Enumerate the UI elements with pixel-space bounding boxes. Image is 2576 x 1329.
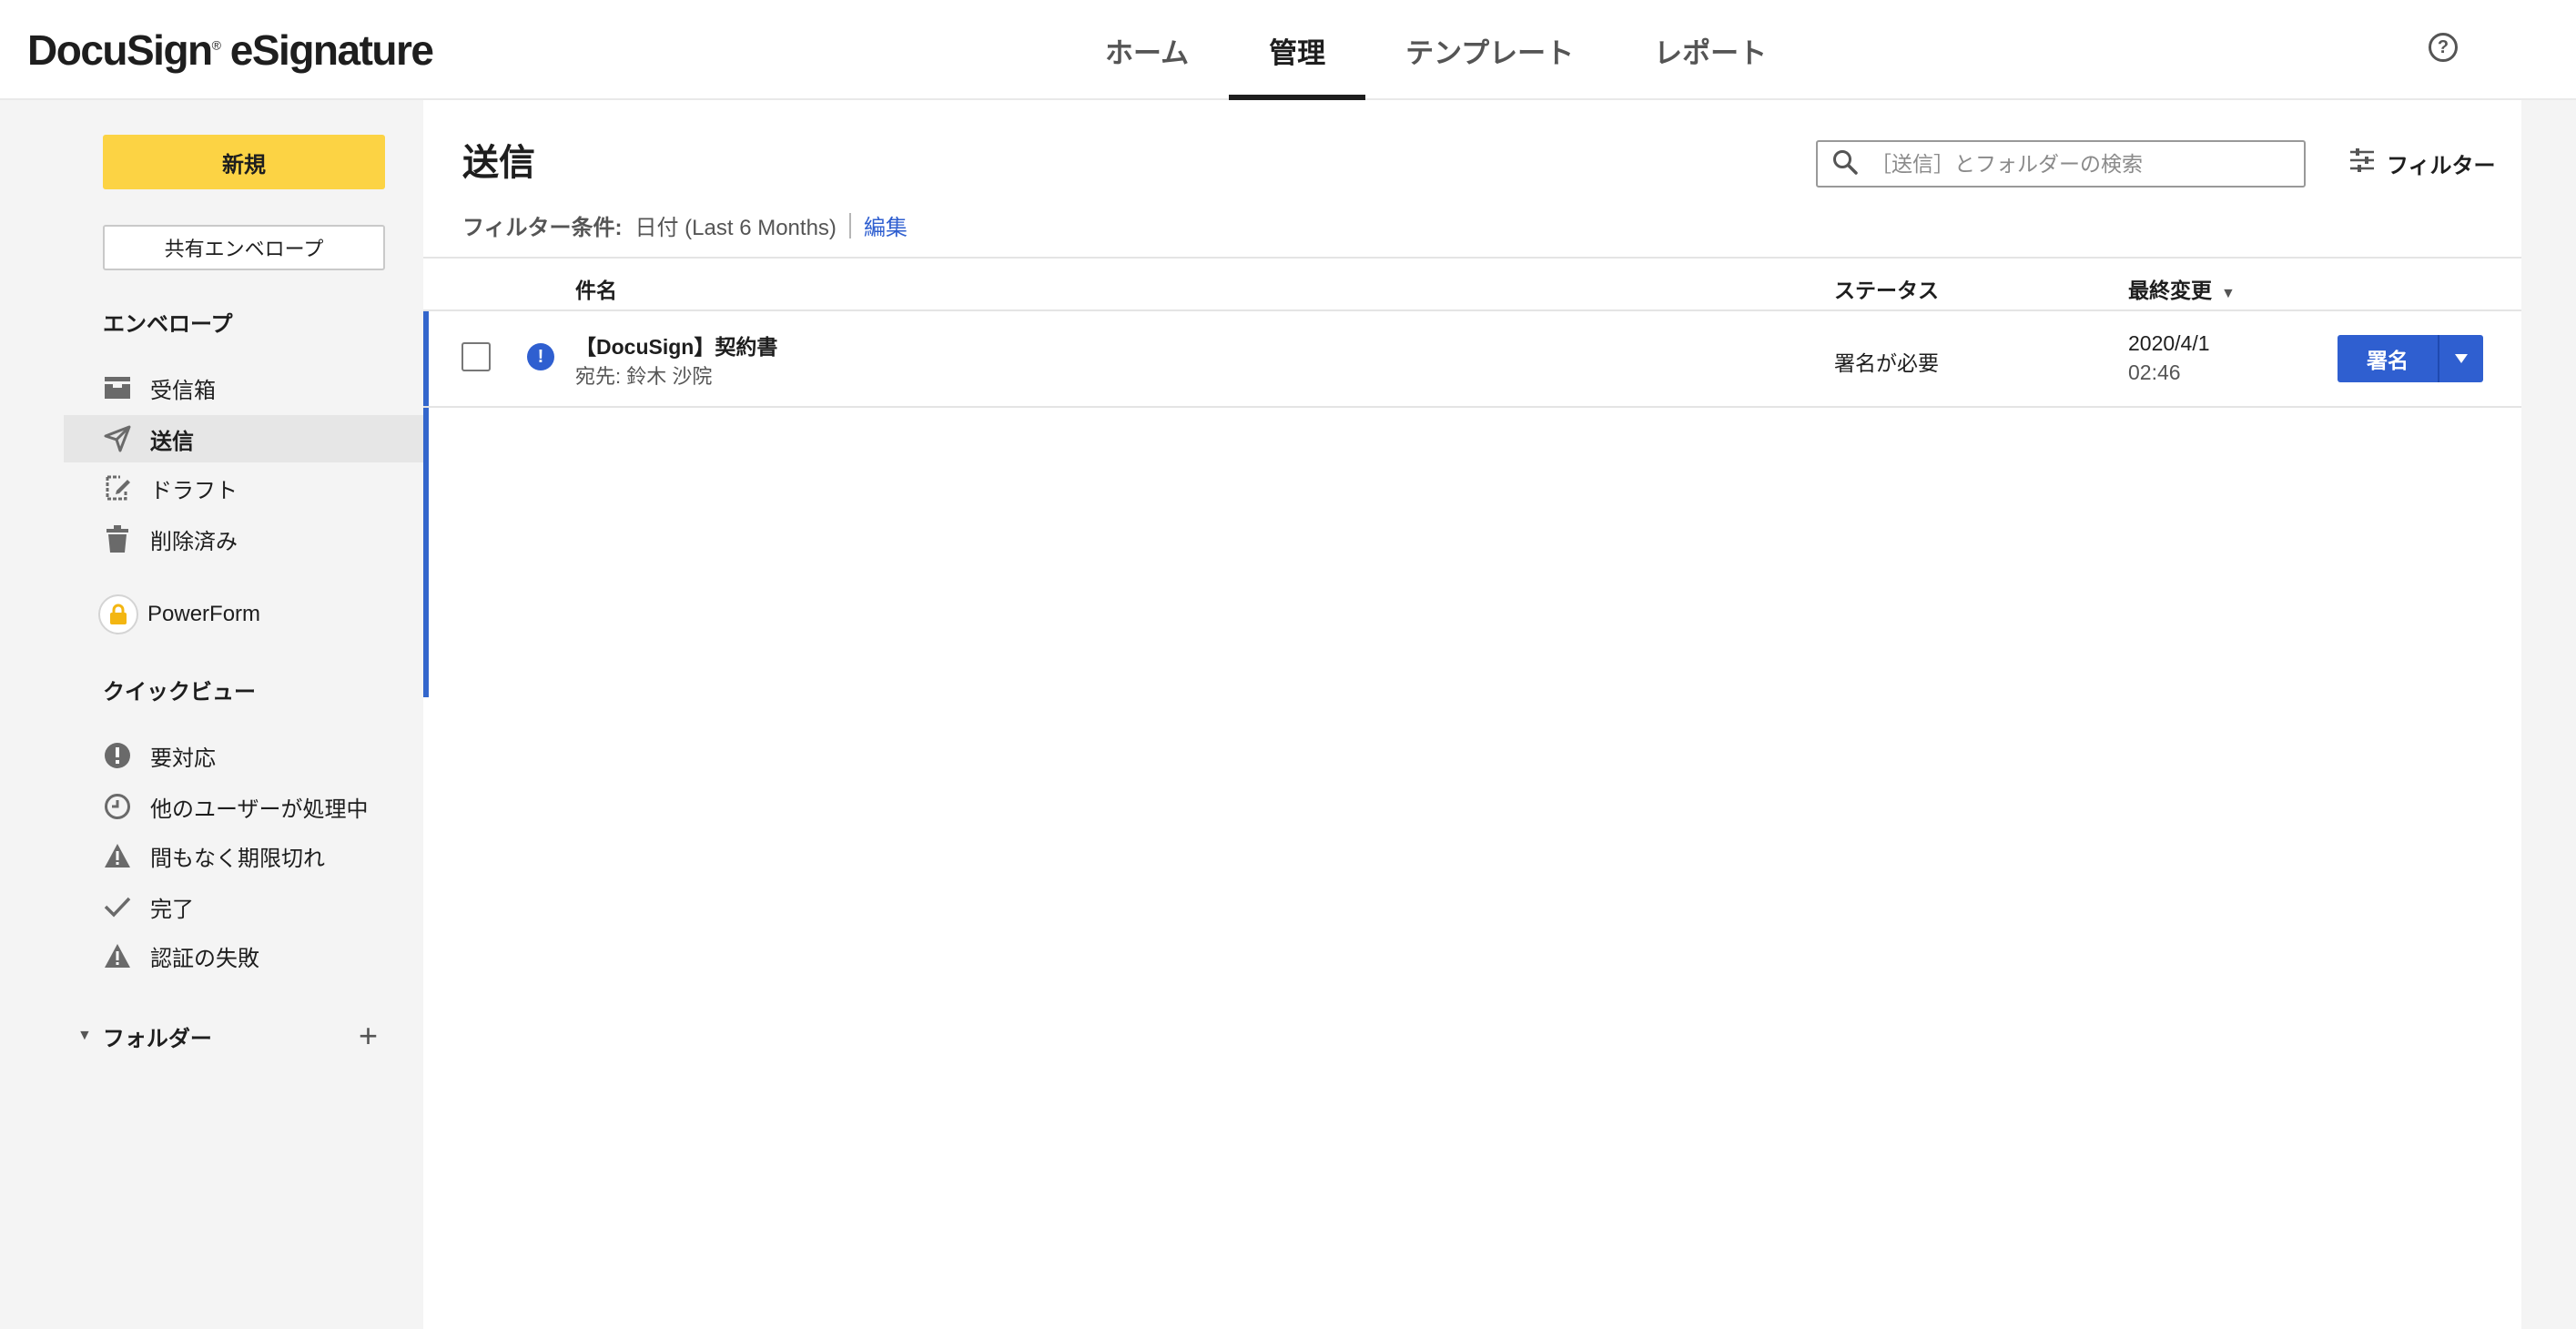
sidebar-item-action-required[interactable]: 要対応 — [64, 732, 423, 779]
sidebar-item-deleted[interactable]: 削除済み — [64, 515, 423, 563]
sidebar-item-inbox[interactable]: 受信箱 — [64, 364, 423, 411]
envelope-time: 02:46 — [2128, 360, 2181, 384]
sidebar-item-label: 認証の失敗 — [150, 946, 259, 971]
filter-condition-label: フィルター条件: — [462, 216, 623, 240]
caret-down-icon — [2455, 354, 2468, 363]
powerform-label: PowerForm — [147, 602, 261, 626]
check-icon — [103, 892, 132, 921]
sidebar-item-label: 間もなく期限切れ — [150, 846, 325, 871]
search-box[interactable] — [1816, 140, 2306, 188]
right-gutter — [2521, 100, 2576, 1329]
sidebar-item-label: ドラフト — [150, 478, 238, 503]
sidebar-item-label: 削除済み — [150, 529, 238, 554]
row-checkbox[interactable] — [461, 342, 491, 371]
envelopes-section-title: エンベロープ — [103, 312, 233, 337]
alert-circle-icon — [103, 741, 132, 770]
shared-envelopes-button[interactable]: 共有エンベロープ — [103, 225, 385, 270]
sidebar-item-label: 要対応 — [150, 746, 216, 771]
main-nav: ホーム 管理 テンプレート レポート — [1065, 0, 1807, 100]
column-header-status[interactable]: ステータス — [1834, 273, 1939, 304]
tab-templates[interactable]: テンプレート — [1365, 0, 1614, 100]
envelope-recipient: 宛先: 鈴木 沙院 — [575, 365, 713, 388]
sliders-icon — [2348, 147, 2387, 179]
sidebar-item-powerform[interactable]: PowerForm — [98, 592, 260, 637]
warning-icon — [103, 941, 132, 970]
warning-icon — [103, 841, 132, 870]
filter-condition-value: 日付 (Last 6 Months) — [634, 216, 837, 240]
inbox-icon — [103, 373, 132, 402]
sort-desc-icon: ▼ — [2221, 286, 2236, 301]
sidebar-item-sent[interactable]: 送信 — [64, 415, 423, 462]
sidebar-item-label: 受信箱 — [150, 378, 216, 403]
column-header-last-modified[interactable]: 最終変更 ▼ — [2128, 273, 2236, 304]
quickview-section-title: クイックビュー — [103, 680, 256, 705]
filter-conditions: フィルター条件: 日付 (Last 6 Months) 編集 — [462, 209, 908, 241]
sidebar-item-completed[interactable]: 完了 — [64, 883, 423, 930]
divider — [848, 212, 851, 238]
column-header-subject[interactable]: 件名 — [575, 273, 617, 304]
search-input[interactable] — [1871, 151, 2280, 177]
top-header: DocuSign® eSignature ホーム 管理 テンプレート レポート … — [0, 0, 2576, 100]
sidebar-item-label: 送信 — [150, 429, 194, 454]
tab-manage[interactable]: 管理 — [1229, 0, 1366, 100]
sidebar-item-waiting-for-others[interactable]: 他のユーザーが処理中 — [64, 783, 423, 830]
sign-button[interactable]: 署名 — [2338, 335, 2438, 382]
folders-label: フォルダー — [102, 1026, 212, 1051]
envelope-date: 2020/4/1 — [2128, 331, 2210, 355]
tab-home[interactable]: ホーム — [1065, 0, 1229, 100]
caret-down-icon[interactable]: ▼ — [77, 1028, 92, 1044]
sidebar-item-label: 完了 — [150, 897, 194, 922]
sign-action-group: 署名 — [2338, 335, 2483, 382]
table-header: 件名 ステータス 最終変更 ▼ — [423, 257, 2521, 311]
tab-reports[interactable]: レポート — [1614, 0, 1807, 100]
filter-button[interactable]: フィルター — [2348, 147, 2496, 179]
sidebar: 新規 共有エンベロープ エンベロープ 受信箱 送信 ドラフト 削除済み Powe… — [0, 100, 423, 1329]
page-title: 送信 — [462, 143, 535, 183]
filter-button-label: フィルター — [2387, 154, 2496, 178]
edit-filter-link[interactable]: 編集 — [864, 209, 908, 241]
trash-icon — [103, 524, 132, 553]
sign-dropdown-button[interactable] — [2438, 335, 2483, 382]
sidebar-item-drafts[interactable]: ドラフト — [64, 464, 423, 512]
search-icon — [1832, 149, 1858, 179]
help-icon[interactable]: ? — [2429, 33, 2458, 62]
table-row[interactable]: ! 【DocuSign】契約書 宛先: 鈴木 沙院 署名が必要 2020/4/1… — [423, 311, 2521, 408]
draft-icon — [103, 473, 132, 502]
new-button[interactable]: 新規 — [103, 135, 385, 189]
sidebar-item-label: 他のユーザーが処理中 — [150, 796, 369, 822]
folders-section[interactable]: ▼ フォルダー + — [77, 1020, 378, 1052]
add-folder-button[interactable]: + — [359, 1020, 378, 1052]
sidebar-item-expiring-soon[interactable]: 間もなく期限切れ — [64, 832, 423, 879]
envelope-subject[interactable]: 【DocuSign】契約書 — [575, 330, 777, 360]
clock-icon — [103, 792, 132, 821]
main-panel: 送信 フィルター フィルター条件: 日付 (Last 6 Months) 編集 … — [423, 100, 2521, 1329]
sidebar-item-auth-failed[interactable]: 認証の失敗 — [64, 932, 423, 979]
send-icon — [103, 424, 132, 453]
envelope-status: 署名が必要 — [1834, 351, 1939, 375]
docusign-logo[interactable]: DocuSign® eSignature — [27, 25, 434, 75]
lock-icon — [98, 594, 138, 634]
action-required-icon: ! — [527, 343, 554, 370]
